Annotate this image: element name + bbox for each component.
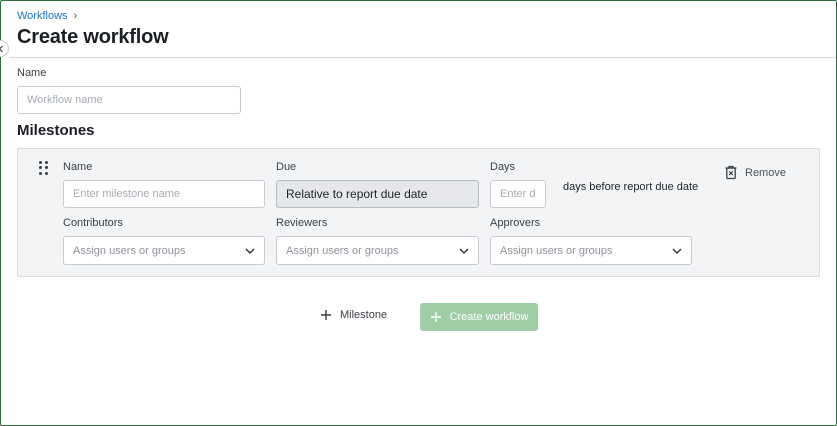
create-workflow-label: Create workflow xyxy=(449,311,529,323)
chevron-down-icon xyxy=(459,248,469,254)
milestones-heading: Milestones xyxy=(17,122,95,139)
plus-icon xyxy=(430,312,441,322)
create-workflow-button[interactable]: Create workflow xyxy=(420,303,538,331)
reviewers-select[interactable]: Assign users or groups xyxy=(276,236,479,265)
trash-icon xyxy=(725,165,737,180)
breadcrumb: Workflows › xyxy=(17,10,77,22)
workflow-name-label: Name xyxy=(17,67,47,79)
milestone-name-label: Name xyxy=(63,161,93,173)
page-title: Create workflow xyxy=(17,26,169,48)
due-label: Due xyxy=(276,161,297,173)
days-label: Days xyxy=(490,161,516,173)
approvers-label: Approvers xyxy=(490,217,541,229)
workflow-name-input[interactable] xyxy=(17,86,241,114)
due-value: Relative to report due date xyxy=(286,187,428,201)
chevron-right-icon: › xyxy=(73,10,78,22)
header-divider xyxy=(9,57,836,58)
contributors-placeholder: Assign users or groups xyxy=(73,244,186,257)
plus-icon xyxy=(321,310,331,320)
remove-label: Remove xyxy=(745,166,786,179)
chevron-left-icon xyxy=(0,45,3,52)
milestone-name-input[interactable] xyxy=(63,180,265,208)
contributors-label: Contributors xyxy=(63,217,123,229)
drag-handle-icon[interactable] xyxy=(39,161,49,175)
reviewers-label: Reviewers xyxy=(276,217,328,229)
add-milestone-button[interactable]: Milestone xyxy=(320,309,387,321)
days-suffix-text: days before report due date xyxy=(563,181,699,193)
breadcrumb-workflows-link[interactable]: Workflows xyxy=(17,10,68,22)
reviewers-placeholder: Assign users or groups xyxy=(286,244,399,257)
add-milestone-label: Milestone xyxy=(340,309,388,321)
days-input[interactable] xyxy=(490,180,546,208)
chevron-down-icon xyxy=(672,248,682,254)
approvers-select[interactable]: Assign users or groups xyxy=(490,236,692,265)
contributors-select[interactable]: Assign users or groups xyxy=(63,236,265,265)
chevron-down-icon xyxy=(245,248,255,254)
remove-milestone-button[interactable]: Remove xyxy=(724,165,786,180)
due-field: Relative to report due date xyxy=(276,180,479,208)
approvers-placeholder: Assign users or groups xyxy=(500,244,613,257)
